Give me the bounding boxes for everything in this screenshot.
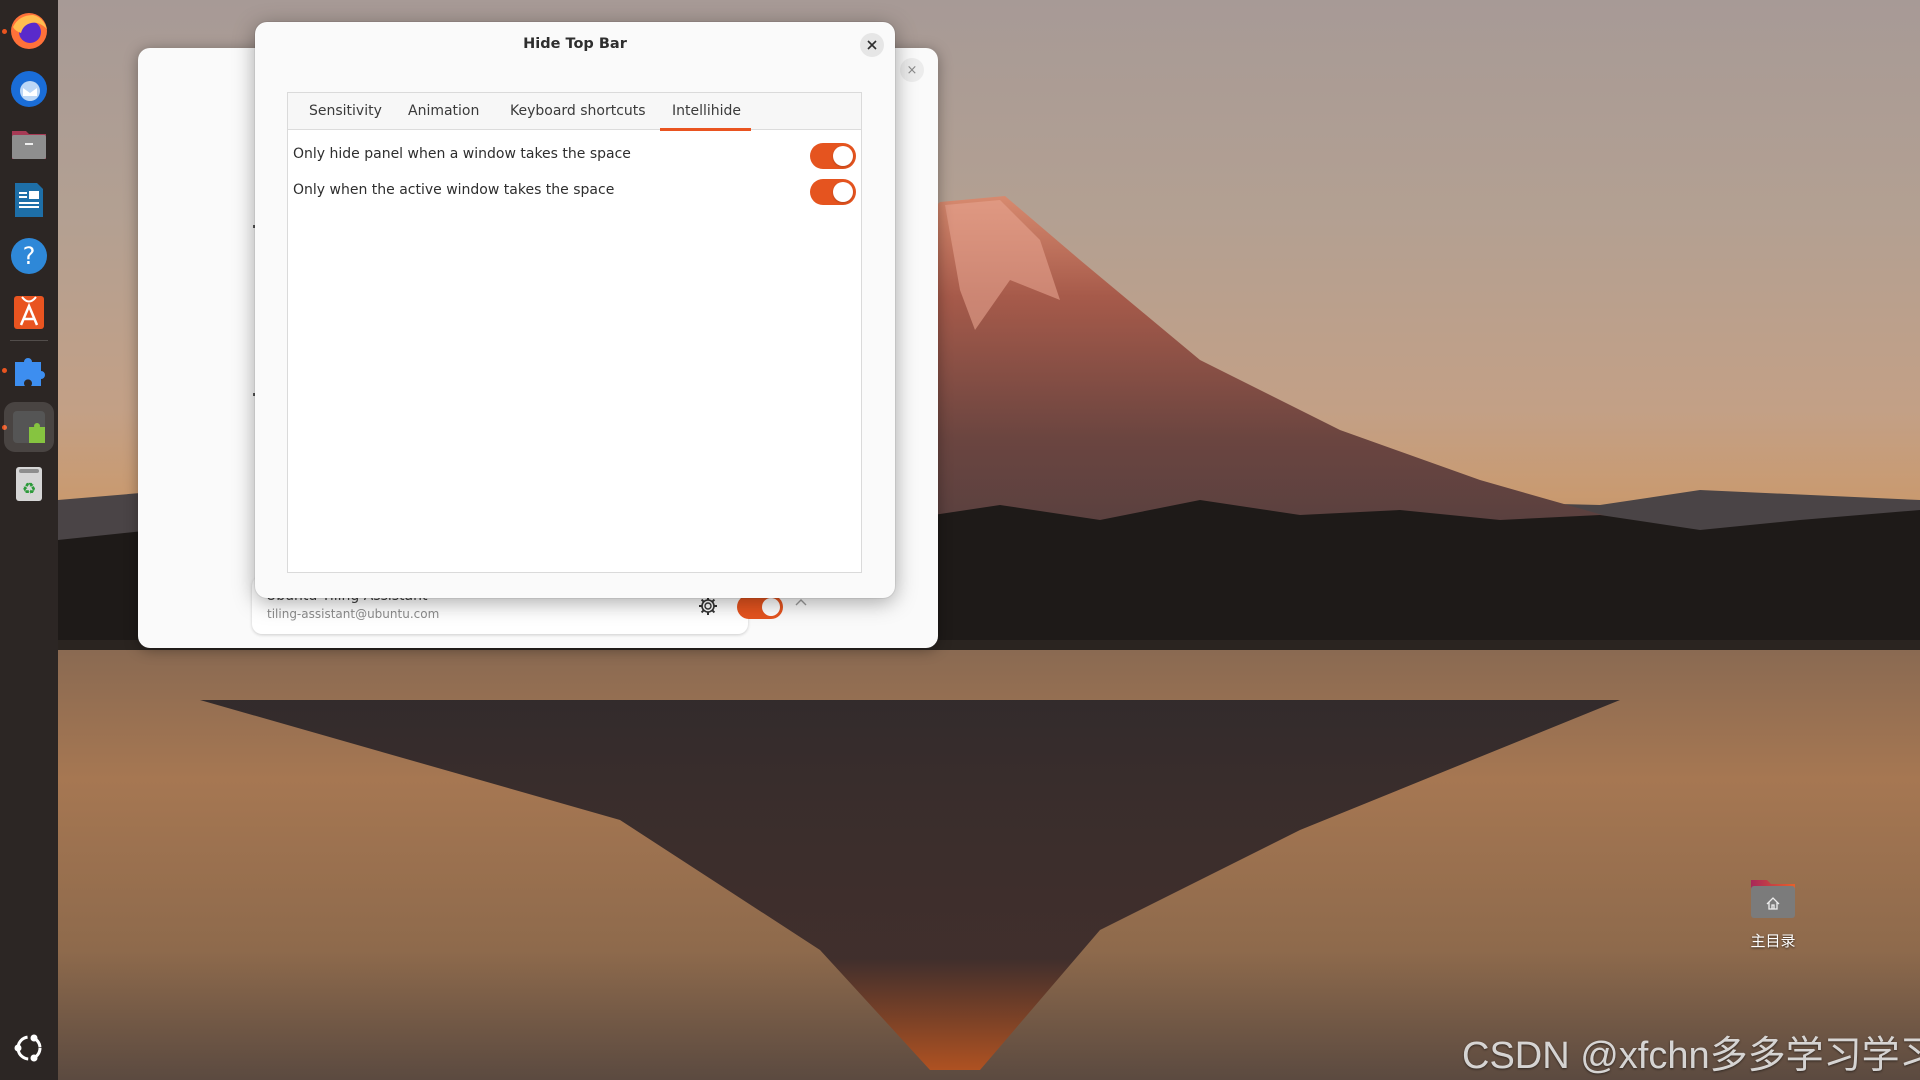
dock-item-writer[interactable] xyxy=(6,177,52,223)
dialog-title: Hide Top Bar xyxy=(523,36,627,52)
toggle-knob xyxy=(762,598,780,616)
extension-manager-icon xyxy=(13,411,45,443)
home-folder-icon[interactable] xyxy=(1749,878,1797,920)
svg-text:♻: ♻ xyxy=(22,479,36,498)
close-icon: × xyxy=(906,62,918,78)
dock-item-firefox[interactable] xyxy=(6,8,52,54)
dialog-close-button[interactable] xyxy=(860,33,884,57)
extensions-puzzle-icon xyxy=(15,358,45,386)
extension-uuid: tiling-assistant@ubuntu.com xyxy=(267,607,440,621)
dock: ? ♻ xyxy=(0,0,58,1080)
tab-sensitivity[interactable]: Sensitivity xyxy=(297,93,394,130)
firefox-icon xyxy=(11,13,47,49)
dock-item-help[interactable]: ? xyxy=(6,233,52,279)
app-center-icon xyxy=(14,296,44,329)
dock-item-extension-manager[interactable] xyxy=(4,402,54,452)
dock-separator xyxy=(10,340,48,341)
tab-animation[interactable]: Animation xyxy=(396,93,491,130)
only-active-window-switch[interactable] xyxy=(810,179,856,205)
tab-bar: Sensitivity Animation Keyboard shortcuts… xyxy=(288,93,861,131)
gear-icon[interactable] xyxy=(698,596,718,616)
extension-enable-toggle[interactable] xyxy=(737,595,783,619)
switch-knob xyxy=(833,146,853,166)
files-icon xyxy=(12,131,46,159)
help-icon: ? xyxy=(11,238,47,274)
dock-item-app-center[interactable] xyxy=(6,289,52,335)
dock-item-trash[interactable]: ♻ xyxy=(6,461,52,507)
dock-item-extensions[interactable] xyxy=(6,347,52,393)
chevron-up-icon[interactable] xyxy=(794,596,808,610)
only-hide-when-window-takes-space-switch[interactable] xyxy=(810,143,856,169)
trash-icon: ♻ xyxy=(16,467,42,501)
extensions-window-close-button[interactable]: × xyxy=(900,58,924,82)
svg-text:?: ? xyxy=(23,242,36,270)
setting-label: Only when the active window takes the sp… xyxy=(293,182,615,198)
settings-notebook: Sensitivity Animation Keyboard shortcuts… xyxy=(287,92,862,573)
setting-label: Only hide panel when a window takes the … xyxy=(293,146,631,162)
setting-row: Only when the active window takes the sp… xyxy=(288,173,861,209)
tab-intellihide[interactable]: Intellihide xyxy=(660,93,751,131)
tab-keyboard-shortcuts[interactable]: Keyboard shortcuts xyxy=(498,93,658,130)
dock-item-files[interactable] xyxy=(6,120,52,166)
home-folder-label[interactable]: 主目录 xyxy=(1730,930,1816,951)
hide-top-bar-dialog: Hide Top Bar Sensitivity Animation Keybo… xyxy=(255,22,895,598)
thunderbird-icon xyxy=(11,71,47,107)
writer-icon xyxy=(15,183,43,217)
watermark: CSDN @xfchn多多学习学习 xyxy=(1462,1035,1920,1077)
switch-knob xyxy=(833,182,853,202)
show-apps-button[interactable] xyxy=(6,1025,52,1071)
close-icon xyxy=(867,40,877,50)
setting-row: Only hide panel when a window takes the … xyxy=(288,137,861,173)
dock-item-thunderbird[interactable] xyxy=(6,65,52,111)
ubuntu-logo-icon xyxy=(14,1034,42,1062)
